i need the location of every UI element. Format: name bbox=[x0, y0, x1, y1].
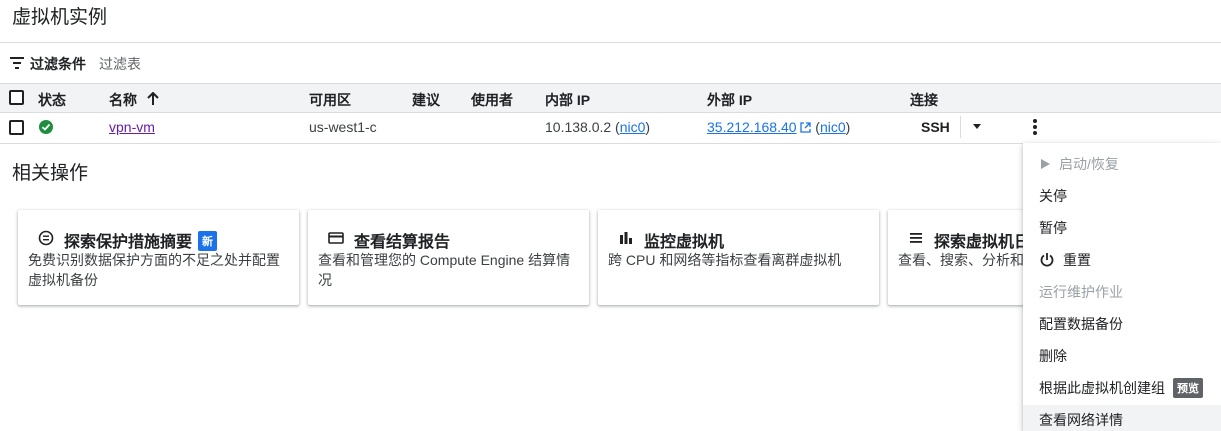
more-actions-icon[interactable] bbox=[1030, 118, 1040, 138]
header-name[interactable]: 名称 bbox=[109, 90, 137, 110]
row-checkbox[interactable] bbox=[9, 120, 24, 135]
menu-item-delete[interactable]: 删除 bbox=[1039, 346, 1067, 366]
card-title: 探索保护措施摘要新 bbox=[64, 228, 218, 252]
ssh-divider bbox=[960, 116, 961, 138]
external-ip-cell: 35.212.168.40 (nic0) bbox=[707, 119, 851, 135]
list-icon bbox=[910, 233, 922, 243]
header-status[interactable]: 状态 bbox=[38, 90, 66, 110]
header-external-ip[interactable]: 外部 IP bbox=[707, 90, 752, 110]
filter-input[interactable]: 过滤表 bbox=[99, 54, 141, 74]
menu-item-run-maintenance[interactable]: 运行维护作业 bbox=[1039, 282, 1123, 302]
table-row: vpn-vm us-west1-c 10.138.0.2 (nic0) 35.2… bbox=[0, 113, 1221, 144]
card-protection-summary[interactable]: 探索保护措施摘要新 免费识别数据保护方面的不足之处并配置虚拟机备份 bbox=[18, 210, 299, 305]
card-monitor-vms[interactable]: 监控虚拟机 跨 CPU 和网络等指标查看离群虚拟机 bbox=[598, 210, 879, 305]
preview-badge: 预览 bbox=[1173, 378, 1203, 398]
internal-ip-cell: 10.138.0.2 (nic0) bbox=[545, 119, 651, 135]
menu-item-configure-backup[interactable]: 配置数据备份 bbox=[1039, 314, 1123, 334]
menu-item-stop[interactable]: 关停 bbox=[1039, 186, 1067, 206]
vm-zone: us-west1-c bbox=[309, 119, 377, 135]
power-icon bbox=[1040, 253, 1054, 267]
header-in-use-by[interactable]: 使用者 bbox=[471, 90, 513, 110]
protection-summary-icon bbox=[38, 230, 54, 246]
bar-chart-icon bbox=[620, 232, 632, 244]
header-zone[interactable]: 可用区 bbox=[309, 90, 351, 110]
table-header: 状态 名称 可用区 建议 使用者 内部 IP 外部 IP 连接 bbox=[0, 83, 1221, 113]
open-external-icon[interactable] bbox=[800, 122, 812, 133]
internal-ip: 10.138.0.2 bbox=[545, 119, 612, 135]
card-title: 探索虚拟机日 bbox=[934, 234, 1031, 251]
select-all-checkbox[interactable] bbox=[9, 90, 24, 105]
card-title: 查看结算报告 bbox=[354, 234, 451, 251]
ssh-button[interactable]: SSH bbox=[921, 119, 950, 135]
billing-card-icon bbox=[328, 232, 344, 244]
header-recommendation[interactable]: 建议 bbox=[412, 90, 440, 110]
new-badge: 新 bbox=[198, 231, 218, 251]
related-actions-title: 相关操作 bbox=[12, 163, 89, 184]
vm-name-link[interactable]: vpn-vm bbox=[109, 119, 155, 135]
card-billing-report[interactable]: 查看结算报告 查看和管理您的 Compute Engine 结算情况 bbox=[308, 210, 589, 305]
internal-nic-link[interactable]: nic0 bbox=[620, 119, 646, 135]
ssh-dropdown-icon[interactable] bbox=[973, 124, 981, 129]
header-connect[interactable]: 连接 bbox=[910, 90, 938, 110]
card-description: 免费识别数据保护方面的不足之处并配置虚拟机备份 bbox=[28, 252, 280, 288]
menu-item-start-resume[interactable]: 启动/恢复 bbox=[1039, 154, 1119, 174]
external-nic-link[interactable]: nic0 bbox=[820, 119, 846, 135]
status-running-icon bbox=[39, 120, 53, 134]
menu-item-suspend[interactable]: 暂停 bbox=[1039, 218, 1067, 238]
menu-item-reset[interactable]: 重置 bbox=[1039, 250, 1091, 270]
filter-label[interactable]: 过滤条件 bbox=[30, 54, 86, 74]
filter-icon[interactable] bbox=[10, 57, 24, 69]
menu-item-create-group[interactable]: 根据此虚拟机创建组 预览 bbox=[1039, 378, 1203, 398]
vm-actions-menu: 启动/恢复 关停 暂停 重置 运行维护作业 配置数据备份 删除 根据此虚拟机创建… bbox=[1023, 143, 1221, 431]
play-icon bbox=[1041, 159, 1050, 169]
sort-ascending-icon[interactable] bbox=[146, 92, 160, 106]
card-description: 跨 CPU 和网络等指标查看离群虚拟机 bbox=[608, 252, 842, 268]
header-internal-ip[interactable]: 内部 IP bbox=[545, 90, 590, 110]
menu-item-network-details[interactable]: 查看网络详情 bbox=[1039, 410, 1123, 430]
card-description: 查看和管理您的 Compute Engine 结算情况 bbox=[318, 252, 571, 288]
card-title: 监控虚拟机 bbox=[644, 234, 725, 251]
external-ip-link[interactable]: 35.212.168.40 bbox=[707, 119, 797, 135]
filter-bar[interactable]: 过滤条件 过滤表 bbox=[0, 43, 1221, 83]
page-title: 虚拟机实例 bbox=[12, 7, 108, 28]
